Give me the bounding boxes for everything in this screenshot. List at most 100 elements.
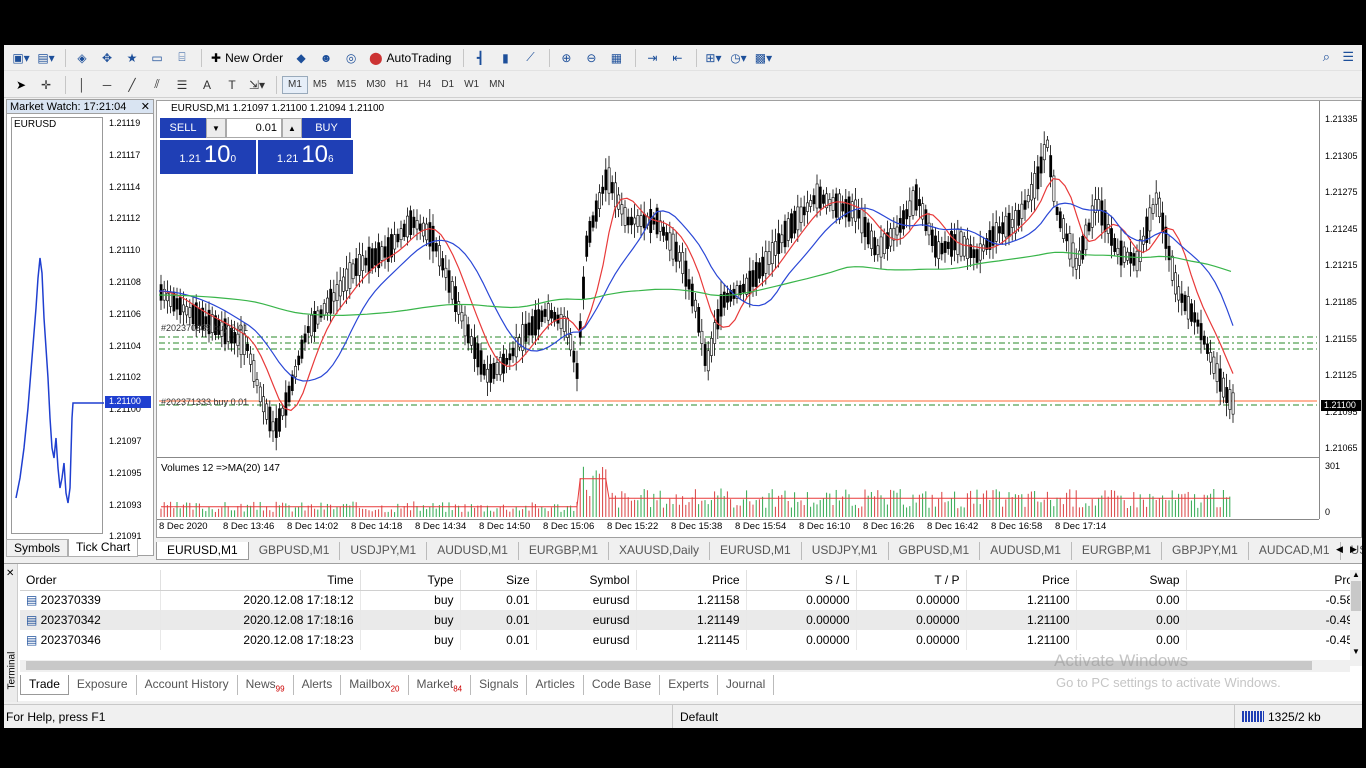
candle-body bbox=[1074, 257, 1078, 270]
tile-windows-icon[interactable]: ▦ bbox=[605, 48, 627, 68]
col-tp[interactable]: T / P bbox=[856, 570, 967, 591]
order-row[interactable]: ▤ 202370342 2020.12.08 17:18:16 buy 0.01 eur… bbox=[20, 610, 1360, 630]
col-price[interactable]: Price bbox=[636, 570, 747, 591]
terminal-tab[interactable]: News99 bbox=[238, 675, 294, 695]
candle-body bbox=[1087, 222, 1091, 232]
col-time[interactable]: Time bbox=[160, 570, 361, 591]
new-chart-icon[interactable]: ▣▾ bbox=[10, 48, 32, 68]
crosshair-icon[interactable]: ✛ bbox=[35, 75, 57, 95]
col-profit[interactable]: Pro bbox=[1186, 570, 1360, 591]
chart-shift-icon[interactable]: ⇤ bbox=[666, 48, 688, 68]
navigator-icon[interactable]: ★ bbox=[121, 48, 143, 68]
profiles-icon[interactable]: ▤▾ bbox=[35, 48, 57, 68]
col-size[interactable]: Size bbox=[460, 570, 537, 591]
candle-body bbox=[630, 216, 633, 226]
equidistant-channel-icon[interactable]: ⫽ bbox=[146, 75, 168, 95]
terminal-tab[interactable]: Trade bbox=[20, 675, 69, 695]
chart-tab[interactable]: AUDCAD,M1 bbox=[1249, 542, 1341, 560]
candle-body bbox=[786, 218, 790, 241]
chart-tab[interactable]: EURUSD,M1 bbox=[710, 542, 802, 560]
chat-icon[interactable]: ☰ bbox=[1342, 49, 1354, 65]
tf-d1[interactable]: D1 bbox=[436, 76, 459, 94]
scroll-right-icon[interactable]: ▶ bbox=[1350, 544, 1357, 555]
terminal-tab[interactable]: Journal bbox=[718, 675, 775, 695]
col-swap[interactable]: Swap bbox=[1076, 570, 1187, 591]
chart-tab[interactable]: GBPUSD,M1 bbox=[889, 542, 981, 560]
chart-tab[interactable]: EURUSD,M1 bbox=[156, 542, 249, 560]
data-window-icon[interactable]: ✥ bbox=[96, 48, 118, 68]
templates-icon[interactable]: ▩▾ bbox=[752, 48, 774, 68]
tf-mn[interactable]: MN bbox=[484, 76, 510, 94]
tf-m30[interactable]: M30 bbox=[361, 76, 390, 94]
col-symbol[interactable]: Symbol bbox=[536, 570, 637, 591]
chart-tab[interactable]: GBPUSD,M1 bbox=[249, 542, 341, 560]
chart-tab[interactable]: USDJPY,M1 bbox=[340, 542, 428, 560]
metaeditor-icon[interactable]: ◆ bbox=[290, 48, 312, 68]
chart-tab[interactable]: EURGBP,M1 bbox=[1072, 542, 1163, 560]
chart-tab[interactable]: AUDUSD,M1 bbox=[427, 542, 519, 560]
chart-tab[interactable]: GBPJPY,M1 bbox=[1162, 542, 1249, 560]
candle-body bbox=[479, 350, 483, 375]
text-label-icon[interactable]: T bbox=[221, 75, 243, 95]
indicators-icon[interactable]: ⊞▾ bbox=[702, 48, 724, 68]
line-chart-icon[interactable]: ⟋ bbox=[519, 48, 541, 68]
tf-m1[interactable]: M1 bbox=[282, 75, 308, 94]
col-sl[interactable]: S / L bbox=[746, 570, 857, 591]
signals-icon[interactable]: ◎ bbox=[340, 48, 362, 68]
terminal-tab[interactable]: Exposure bbox=[69, 675, 137, 695]
tf-m5[interactable]: M5 bbox=[308, 76, 332, 94]
terminal-tab[interactable]: Alerts bbox=[294, 675, 342, 695]
new-order-icon: ✚ bbox=[211, 50, 222, 65]
price-chart[interactable] bbox=[157, 101, 1319, 457]
autotrading-button[interactable]: ⬤ AutoTrading bbox=[365, 48, 455, 68]
fibonacci-icon[interactable]: ☰ bbox=[171, 75, 193, 95]
close-icon[interactable]: ✕ bbox=[141, 100, 153, 113]
terminal-tab[interactable]: Experts bbox=[660, 675, 718, 695]
terminal-tab[interactable]: Mailbox20 bbox=[341, 675, 409, 695]
candle-body bbox=[351, 263, 355, 280]
trendline-icon[interactable]: ╱ bbox=[121, 75, 143, 95]
chart-tab[interactable]: USDJPY,M1 bbox=[802, 542, 889, 560]
search-icon[interactable]: ⌕ bbox=[1323, 49, 1330, 65]
zoom-out-icon[interactable]: ⊖ bbox=[580, 48, 602, 68]
col-current-price[interactable]: Price bbox=[966, 570, 1077, 591]
chart-window[interactable]: EURUSD,M1 1.21097 1.21100 1.21094 1.2110… bbox=[156, 100, 1362, 538]
market-watch-icon[interactable]: ◈ bbox=[71, 48, 93, 68]
order-row[interactable]: ▤ 202370346 2020.12.08 17:18:23 buy 0.01 eur… bbox=[20, 630, 1360, 650]
cursor-icon[interactable]: ➤ bbox=[10, 75, 32, 95]
tab-symbols[interactable]: Symbols bbox=[6, 539, 69, 557]
tf-h4[interactable]: H4 bbox=[414, 76, 437, 94]
people-icon[interactable]: ☻ bbox=[315, 48, 337, 68]
auto-scroll-icon[interactable]: ⇥ bbox=[641, 48, 663, 68]
zoom-in-icon[interactable]: ⊕ bbox=[555, 48, 577, 68]
strategy-tester-icon[interactable]: ⌸ bbox=[171, 48, 193, 68]
candlestick-icon[interactable]: ▮ bbox=[494, 48, 516, 68]
vertical-scrollbar[interactable]: ▲ ▼ bbox=[1350, 570, 1362, 666]
tf-h1[interactable]: H1 bbox=[391, 76, 414, 94]
terminal-icon[interactable]: ▭ bbox=[146, 48, 168, 68]
terminal-tab[interactable]: Account History bbox=[137, 675, 238, 695]
bar-chart-icon[interactable]: ┫ bbox=[469, 48, 491, 68]
terminal-tab[interactable]: Code Base bbox=[584, 675, 661, 695]
chart-tab[interactable]: EURGBP,M1 bbox=[519, 542, 610, 560]
order-row[interactable]: ▤ 202370339 2020.12.08 17:18:12 buy 0.01 eur… bbox=[20, 590, 1360, 610]
tf-m15[interactable]: M15 bbox=[332, 76, 361, 94]
col-order[interactable]: Order bbox=[20, 570, 161, 591]
tab-tick-chart[interactable]: Tick Chart bbox=[68, 539, 139, 557]
close-icon[interactable]: ✕ bbox=[6, 568, 14, 579]
col-type[interactable]: Type bbox=[360, 570, 461, 591]
vertical-line-icon[interactable]: │ bbox=[71, 75, 93, 95]
chart-tab[interactable]: AUDUSD,M1 bbox=[980, 542, 1072, 560]
arrows-icon[interactable]: ⇲▾ bbox=[246, 75, 268, 95]
chart-tab[interactable]: XAUUSD,Daily bbox=[609, 542, 711, 560]
terminal-tab[interactable]: Articles bbox=[527, 675, 584, 695]
text-icon[interactable]: A bbox=[196, 75, 218, 95]
horizontal-line-icon[interactable]: ─ bbox=[96, 75, 118, 95]
periods-icon[interactable]: ◷▾ bbox=[727, 48, 749, 68]
terminal-tab[interactable]: Signals bbox=[471, 675, 528, 695]
scroll-left-icon[interactable]: ◀ bbox=[1336, 544, 1343, 555]
terminal-tab[interactable]: Market84 bbox=[409, 675, 472, 695]
tf-w1[interactable]: W1 bbox=[459, 76, 484, 94]
candle-body bbox=[1154, 192, 1158, 205]
new-order-button[interactable]: ✚ New Order bbox=[207, 48, 287, 68]
